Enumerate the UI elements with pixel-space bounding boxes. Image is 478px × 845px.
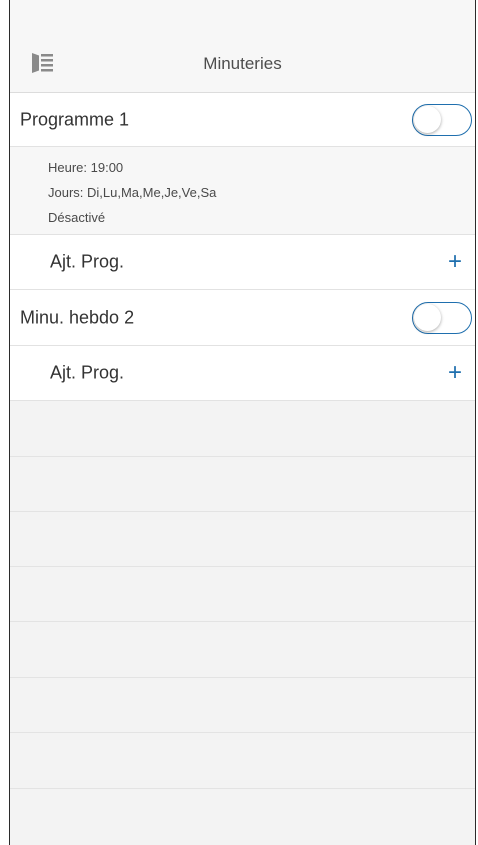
header-bar: Minuteries (10, 0, 475, 93)
program-days: Jours: Di,Lu,Ma,Me,Je,Ve,Sa (48, 185, 217, 200)
toggle-knob (414, 105, 441, 133)
program-status: Désactivé (48, 210, 106, 225)
toggle-knob (414, 303, 441, 331)
add-program-label: Ajt. Prog. (50, 251, 125, 272)
empty-row-divider (10, 566, 475, 567)
empty-row-divider (10, 621, 475, 622)
timer-row-programme-1[interactable]: Programme 1 (10, 93, 475, 147)
add-plus-icon[interactable]: + (448, 361, 462, 385)
program-time: Heure: 19:00 (48, 160, 124, 175)
add-program-row[interactable]: Ajt. Prog. + (10, 235, 475, 290)
timer-toggle[interactable] (412, 103, 472, 136)
empty-row-divider (10, 677, 475, 678)
timer-name: Minu. hebdo 2 (20, 307, 135, 327)
empty-row-divider (10, 732, 475, 733)
empty-row-divider (10, 456, 475, 457)
add-program-row[interactable]: Ajt. Prog. + (10, 346, 475, 401)
timer-program-details[interactable]: Heure: 19:00 Jours: Di,Lu,Ma,Me,Je,Ve,Sa… (10, 147, 475, 235)
page-title: Minuteries (203, 54, 282, 73)
empty-row-divider (10, 788, 475, 789)
timer-row-minu-hebdo-2[interactable]: Minu. hebdo 2 (10, 290, 475, 346)
add-plus-icon[interactable]: + (448, 250, 462, 274)
add-program-label: Ajt. Prog. (50, 362, 125, 383)
timer-name: Programme 1 (20, 109, 130, 129)
empty-row-divider (10, 511, 475, 512)
app-frame: Minuteries Programme 1 Heure: 19:00 Jour… (9, 0, 476, 845)
timer-toggle[interactable] (412, 301, 472, 334)
